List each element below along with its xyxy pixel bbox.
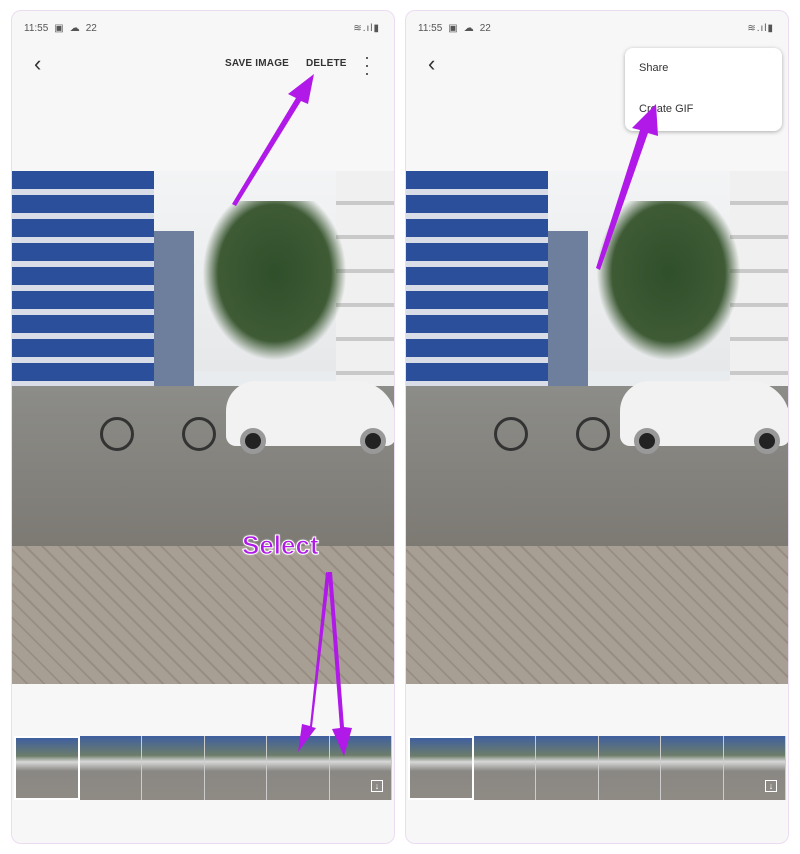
select-annotation-label: Select xyxy=(242,530,320,561)
arrow-to-create-gif xyxy=(596,104,658,270)
annotation-arrows xyxy=(232,74,658,756)
arrow-select-2 xyxy=(328,572,352,756)
arrow-select-1 xyxy=(298,572,330,752)
arrow-to-delete xyxy=(232,74,314,206)
